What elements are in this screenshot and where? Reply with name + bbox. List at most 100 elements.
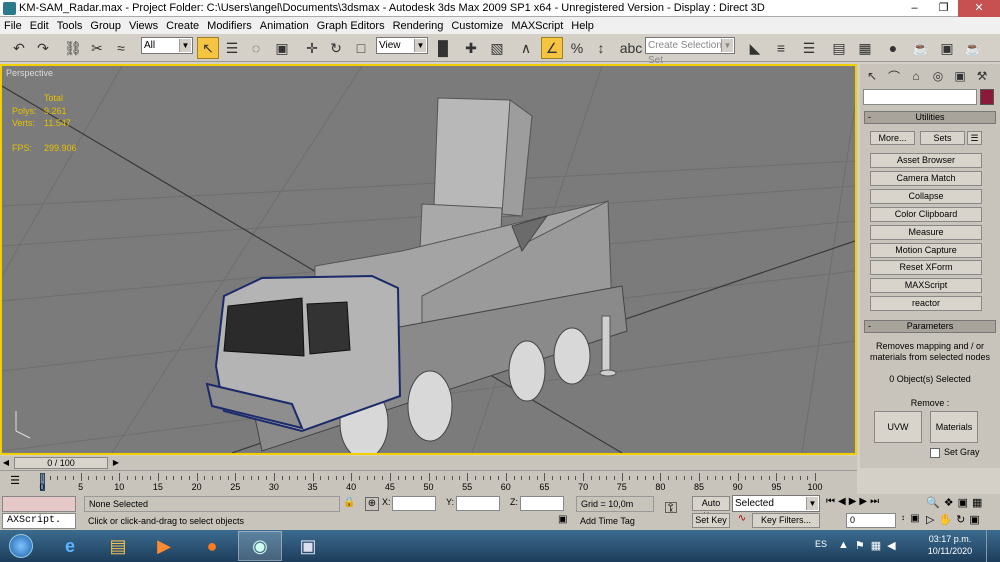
viewport-label[interactable]: Perspective xyxy=(6,68,53,78)
window-crossing-icon[interactable]: ▣ xyxy=(271,37,293,59)
zoom-extents-icon[interactable]: ▣ xyxy=(958,496,968,511)
x-coordinate-field[interactable] xyxy=(392,496,436,511)
internet-explorer-icon[interactable]: e xyxy=(48,531,92,561)
keyboard-shortcut-icon[interactable]: ▧ xyxy=(486,37,508,59)
zoom-all-icon[interactable]: ❖ xyxy=(944,496,954,511)
current-frame-field[interactable]: 0 xyxy=(846,513,896,528)
close-button[interactable]: ✕ xyxy=(958,0,1000,17)
reset-xform-button[interactable]: Reset XForm xyxy=(870,260,982,275)
default-in-out-tangent-icon[interactable]: ∿ xyxy=(734,513,750,528)
play-icon[interactable]: ▶ xyxy=(849,496,857,511)
file-explorer-icon[interactable]: ▤ xyxy=(96,531,140,561)
display-tab-icon[interactable]: ▣ xyxy=(950,66,970,86)
utilities-rollout-header[interactable]: - Utilities xyxy=(864,111,996,124)
material-editor-icon[interactable]: ● xyxy=(882,37,904,59)
restore-button[interactable]: ❐ xyxy=(929,0,958,17)
lock-icon[interactable]: 🔒 xyxy=(343,497,355,511)
select-and-rotate-icon[interactable]: ↻ xyxy=(325,37,347,59)
show-desktop-button[interactable] xyxy=(986,530,1000,562)
create-tab-icon[interactable]: ↖ xyxy=(862,66,882,86)
add-time-tag-button[interactable]: Add Time Tag xyxy=(576,514,654,529)
clock[interactable]: 03:17 p.m. 10/11/2020 xyxy=(920,533,980,557)
object-name-field[interactable] xyxy=(863,89,977,105)
previous-frame-icon[interactable]: ◀ xyxy=(838,496,846,511)
chevron-left-icon[interactable]: ◀ xyxy=(0,457,12,469)
menu-create[interactable]: Create xyxy=(166,20,204,32)
reference-coordinate-dropdown[interactable]: View ▼ xyxy=(376,37,428,54)
angle-snap-icon[interactable]: ∠ xyxy=(541,37,563,59)
select-and-scale-icon[interactable]: □ xyxy=(350,37,372,59)
zoom-extents-all-icon[interactable]: ▦ xyxy=(972,496,982,511)
selection-filter-dropdown[interactable]: All ▼ xyxy=(141,37,193,54)
media-player-icon[interactable]: ▶ xyxy=(142,531,186,561)
measure-button[interactable]: Measure xyxy=(870,225,982,240)
volume-icon[interactable]: ◀ xyxy=(887,539,895,552)
bind-space-warp-icon[interactable]: ≈ xyxy=(110,37,132,59)
menu-graph-editors[interactable]: Graph Editors xyxy=(317,20,390,32)
redo-icon[interactable]: ↷ xyxy=(32,37,54,59)
firefox-icon[interactable]: ● xyxy=(190,531,234,561)
selection-region-icon[interactable]: ◌ xyxy=(245,37,267,59)
modify-tab-icon[interactable]: ⌒ xyxy=(884,66,904,86)
render-setup-icon[interactable]: ☕ xyxy=(910,37,932,59)
color-clipboard-button[interactable]: Color Clipboard xyxy=(870,207,982,222)
rendered-frame-icon[interactable]: ▣ xyxy=(936,37,958,59)
select-and-link-icon[interactable]: ⛓ xyxy=(62,37,84,59)
mirror-icon[interactable]: ◣ xyxy=(744,37,766,59)
configure-sets-icon[interactable]: ☰ xyxy=(967,131,982,145)
y-coordinate-field[interactable] xyxy=(456,496,500,511)
auto-key-button[interactable]: Auto Key xyxy=(692,496,730,521)
field-of-view-icon[interactable]: ▷ xyxy=(926,513,934,528)
menu-file[interactable]: File xyxy=(4,20,27,32)
sets-button[interactable]: Sets xyxy=(920,131,965,145)
next-frame-icon[interactable]: ▶ xyxy=(859,496,867,511)
perspective-viewport[interactable]: Perspective Total Polys: 9.261 Verts: 11.5… xyxy=(0,64,857,455)
menu-maxscript[interactable]: MAXScript xyxy=(511,20,568,32)
maxscript-mini-listener[interactable]: AXScript. xyxy=(2,513,76,529)
materials-button[interactable]: Materials xyxy=(930,411,978,443)
orbit-icon[interactable]: ↻ xyxy=(956,513,965,528)
select-and-move-icon[interactable]: ✛ xyxy=(301,37,323,59)
key-mode-dropdown[interactable]: Selected ▼ xyxy=(732,495,820,512)
menu-tools[interactable]: Tools xyxy=(57,20,88,32)
spinner-snap-icon[interactable]: ↕ xyxy=(590,37,612,59)
absolute-mode-icon[interactable]: ⊕ xyxy=(365,497,379,511)
go-to-start-icon[interactable]: ⏮ xyxy=(826,496,835,511)
paint-icon[interactable]: ▣ xyxy=(286,531,330,561)
curve-editor-icon[interactable]: ▤ xyxy=(828,37,850,59)
more-button[interactable]: More... xyxy=(870,131,915,145)
menu-help[interactable]: Help xyxy=(571,20,599,32)
time-slider-thumb[interactable]: 0 / 100 xyxy=(14,457,108,469)
menu-animation[interactable]: Animation xyxy=(260,20,314,32)
go-to-end-icon[interactable]: ⏭ xyxy=(870,496,879,511)
maximize-viewport-icon[interactable]: ▣ xyxy=(969,513,979,528)
maxscript-listener-top[interactable] xyxy=(2,496,76,512)
set-key-button[interactable]: Set Key xyxy=(692,513,730,528)
reactor-button[interactable]: reactor xyxy=(870,296,982,311)
maxscript-button[interactable]: MAXScript xyxy=(870,278,982,293)
pivot-point-icon[interactable]: █ xyxy=(432,37,454,59)
camera-match-button[interactable]: Camera Match xyxy=(870,171,982,186)
zoom-icon[interactable]: 🔍 xyxy=(926,496,940,511)
unlink-icon[interactable]: ✂ xyxy=(86,37,108,59)
align-icon[interactable]: ≡ xyxy=(770,37,792,59)
select-object-icon[interactable]: ↖ xyxy=(197,37,219,59)
motion-capture-button[interactable]: Motion Capture xyxy=(870,243,982,258)
snaps-toggle-icon[interactable]: ∧ xyxy=(515,37,537,59)
named-selection-set-dropdown[interactable]: Create Selection Set ▼ xyxy=(645,37,735,66)
schematic-view-icon[interactable]: ▦ xyxy=(854,37,876,59)
key-icon[interactable]: ⚿ xyxy=(656,500,686,524)
menu-rendering[interactable]: Rendering xyxy=(393,20,449,32)
language-indicator[interactable]: ES xyxy=(815,539,827,549)
chevron-right-icon[interactable]: ▶ xyxy=(110,457,122,469)
minimize-button[interactable]: – xyxy=(900,0,929,17)
select-manipulate-icon[interactable]: ✚ xyxy=(460,37,482,59)
quick-render-icon[interactable]: ☕ xyxy=(962,37,984,59)
uvw-button[interactable]: UVW xyxy=(874,411,922,443)
current-frame-spinner-icon[interactable]: ↕ xyxy=(898,513,908,528)
layer-manager-icon[interactable]: ☰ xyxy=(798,37,820,59)
menu-modifiers[interactable]: Modifiers xyxy=(207,20,257,32)
menu-views[interactable]: Views xyxy=(129,20,163,32)
network-icon[interactable]: ▦ xyxy=(871,539,881,552)
hierarchy-tab-icon[interactable]: ⌂ xyxy=(906,66,926,86)
